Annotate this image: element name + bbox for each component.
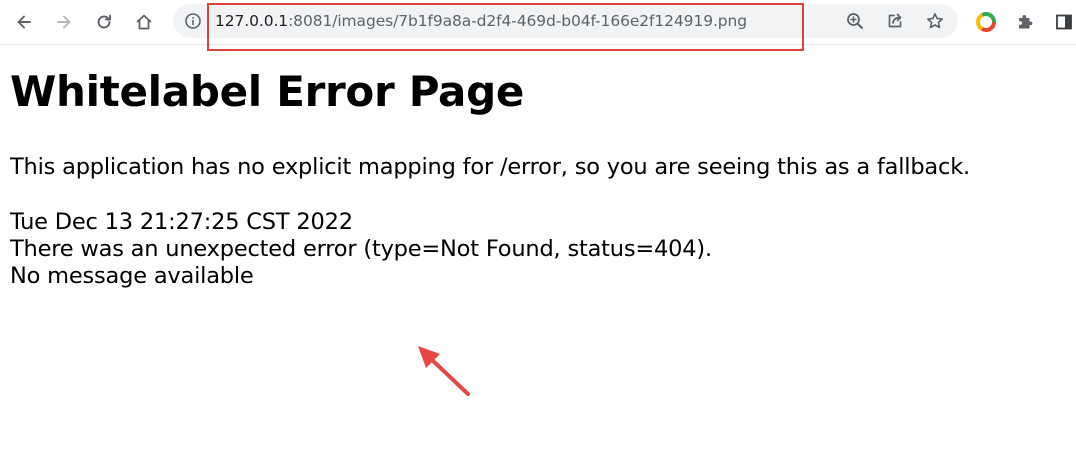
reload-button[interactable] xyxy=(90,8,118,36)
error-timestamp: Tue Dec 13 21:27:25 CST 2022 xyxy=(10,209,353,235)
back-button[interactable] xyxy=(10,8,38,36)
profile-extension-button[interactable] xyxy=(972,8,1000,36)
error-message: No message available xyxy=(10,263,254,289)
zoom-button[interactable] xyxy=(845,11,865,31)
share-icon xyxy=(888,13,902,28)
fallback-message: This application has no explicit mapping… xyxy=(10,154,970,180)
home-button[interactable] xyxy=(130,8,158,36)
chrome-ring-icon xyxy=(976,12,996,32)
site-info-button[interactable] xyxy=(183,11,203,31)
star-icon xyxy=(927,13,943,29)
puzzle-icon xyxy=(1019,15,1033,29)
error-details: Tue Dec 13 21:27:25 CST 2022 There was a… xyxy=(10,209,1070,290)
info-icon xyxy=(185,13,201,29)
reload-icon xyxy=(97,14,111,29)
error-type-status: There was an unexpected error (type=Not … xyxy=(10,236,712,262)
error-page-content: Whitelabel Error Page This application h… xyxy=(10,56,1070,290)
arrow-right-icon xyxy=(57,15,71,29)
forward-button[interactable] xyxy=(50,8,78,36)
share-button[interactable] xyxy=(885,11,905,31)
page-title: Whitelabel Error Page xyxy=(10,67,525,116)
home-icon xyxy=(136,14,152,30)
zoom-icon xyxy=(847,13,863,29)
url-highlight-box xyxy=(207,3,804,51)
bookmark-button[interactable] xyxy=(925,11,945,31)
annotation-arrow-icon xyxy=(418,346,470,396)
side-panel-icon xyxy=(1056,14,1072,30)
side-panel-button[interactable] xyxy=(1050,8,1076,36)
extensions-button[interactable] xyxy=(1011,8,1039,36)
arrow-left-icon xyxy=(17,15,31,29)
